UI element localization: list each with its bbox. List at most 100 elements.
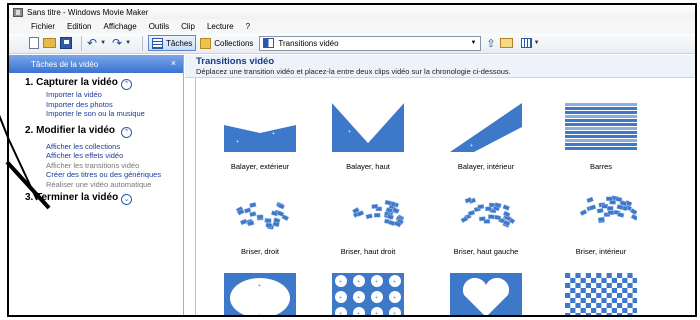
collection-view: Transitions vidéo Déplacez une transitio… [185, 55, 695, 315]
svg-text:+: + [357, 295, 360, 301]
window-title: Sans titre - Windows Movie Maker [27, 7, 149, 17]
svg-text:+: + [393, 311, 396, 317]
transition-label: Balayer, intérieur [457, 162, 515, 171]
svg-text:+: + [339, 311, 342, 317]
tasks-pane-title: Tâches de la vidéo [31, 59, 99, 69]
svg-text:+: + [272, 131, 275, 137]
chevron-down-icon[interactable]: ▼ [470, 40, 480, 46]
transition-motif-plus[interactable]: + + + + + + + + + + + + [318, 273, 418, 317]
section-title[interactable]: 2. Modifier la vidéo [25, 125, 120, 136]
transition-label: Briser, droit [241, 247, 279, 256]
svg-text:+: + [258, 313, 261, 317]
new-folder-icon[interactable] [499, 38, 513, 48]
transition-label: Briser, haut droit [340, 247, 396, 256]
open-folder-icon[interactable] [43, 38, 56, 48]
toolbar: ↶ ▼ ↷ ▼ Tâches Collections Transitions v… [9, 33, 695, 54]
transition-briser-haut-droit[interactable]: Briser, haut droit [318, 188, 418, 256]
transitions-icon [263, 38, 275, 48]
svg-text:+: + [393, 295, 396, 301]
transition-balayer-exterieur[interactable]: + + Balayer, extérieur [210, 103, 310, 171]
menu-affichage[interactable]: Affichage [103, 22, 136, 31]
view-dropdown-icon[interactable]: ▼ [534, 40, 540, 46]
transition-thumbnail[interactable] [450, 273, 522, 315]
svg-text:+: + [339, 295, 342, 301]
tasks-icon [152, 37, 164, 49]
transition-thumbnail[interactable] [332, 188, 404, 237]
transitions-grid: + + Balayer, extérieur + Balayer, haut + + Bala… [195, 78, 695, 315]
transition-thumbnail[interactable]: + + [224, 273, 296, 317]
transition-cercle[interactable]: + + [210, 273, 310, 317]
transition-label: Barres [589, 162, 613, 171]
svg-text:+: + [357, 311, 360, 317]
menu-help[interactable]: ? [246, 22, 250, 31]
movie-maker-icon [13, 7, 23, 17]
up-level-icon[interactable]: ⇧ [486, 37, 495, 50]
svg-text:+: + [258, 283, 261, 289]
menu-clip[interactable]: Clip [181, 22, 195, 31]
menu-edition[interactable]: Edition [67, 22, 91, 31]
menu-outils[interactable]: Outils [149, 22, 169, 31]
collapse-icon[interactable]: ⌃ [121, 126, 132, 138]
transition-thumbnail[interactable]: + + [450, 103, 522, 152]
new-project-icon[interactable] [29, 37, 39, 49]
link-afficher-collections[interactable]: Afficher les collections [46, 142, 183, 152]
redo-icon[interactable]: ↷ [112, 37, 122, 49]
svg-text:+: + [375, 295, 378, 301]
transition-thumbnail[interactable] [450, 188, 522, 237]
save-icon[interactable] [60, 37, 72, 49]
redo-dropdown-icon[interactable]: ▼ [125, 40, 131, 46]
transition-balayer-haut[interactable]: + Balayer, haut [318, 103, 418, 171]
undo-icon[interactable]: ↶ [87, 37, 97, 49]
link-creer-titres[interactable]: Créer des titres ou des génériques [46, 170, 183, 180]
collection-combo[interactable]: Transitions vidéo ▼ [259, 35, 482, 51]
transition-thumbnail[interactable] [224, 188, 296, 237]
transition-balayer-interieur[interactable]: + + Balayer, intérieur [436, 103, 536, 171]
svg-text:+: + [375, 311, 378, 317]
undo-dropdown-icon[interactable]: ▼ [100, 40, 106, 46]
section-title[interactable]: 3. Terminer la vidéo [25, 193, 120, 203]
transition-briser-droit[interactable]: Briser, droit [210, 188, 310, 256]
collection-header: Transitions vidéo Déplacez une transitio… [185, 55, 695, 78]
transition-barres[interactable]: Barres [551, 103, 651, 171]
expand-icon[interactable]: ⌄ [121, 194, 132, 205]
transition-briser-interieur[interactable]: Briser, intérieur [551, 188, 651, 256]
toolbar-divider [81, 35, 82, 51]
close-icon[interactable]: × [171, 58, 176, 68]
taches-button[interactable]: Tâches [148, 35, 197, 51]
transition-thumbnail[interactable] [565, 188, 637, 237]
link-afficher-effets[interactable]: Afficher les effets vidéo [46, 151, 183, 161]
view-options-icon[interactable] [520, 38, 532, 48]
svg-text:+: + [470, 143, 473, 149]
transition-thumbnail[interactable] [565, 103, 637, 152]
menu-fichier[interactable]: Fichier [31, 22, 55, 31]
collection-combo-value: Transitions vidéo [278, 38, 339, 48]
section-links: Afficher les collections Afficher les ef… [25, 142, 183, 190]
transition-briser-haut-gauche[interactable]: Briser, haut gauche [436, 188, 536, 256]
link-importer-video[interactable]: Importer la vidéo [46, 90, 183, 100]
svg-text:+: + [339, 279, 342, 285]
transition-thumbnail[interactable]: + [332, 103, 404, 152]
toolbar-divider [142, 35, 144, 51]
collections-button[interactable]: Collections [196, 35, 257, 51]
svg-text:+: + [393, 279, 396, 285]
svg-text:+: + [357, 279, 360, 285]
section-title[interactable]: 1. Capturer la vidéo [25, 78, 120, 88]
transition-coeur[interactable] [436, 273, 536, 315]
title-bar: Sans titre - Windows Movie Maker [9, 5, 695, 19]
section-capturer: 1. Capturer la vidéo ⌃ Importer la vidéo… [9, 78, 183, 119]
link-importer-son[interactable]: Importer le son ou la musique [46, 109, 183, 119]
menu-bar: Fichier Edition Affichage Outils Clip Le… [9, 19, 695, 33]
transition-label: Briser, intérieur [575, 247, 627, 256]
tasks-pane-header: Tâches de la vidéo × [9, 55, 183, 73]
transition-thumbnail[interactable]: + + [224, 103, 296, 152]
menu-lecture[interactable]: Lecture [207, 22, 234, 31]
transition-thumbnail[interactable]: + + + + + + + + + + + + [332, 273, 404, 317]
collapse-icon[interactable]: ⌃ [121, 79, 132, 90]
link-afficher-transitions[interactable]: Afficher les transitions vidéo [46, 161, 183, 171]
app-window: Sans titre - Windows Movie Maker Fichier… [7, 3, 697, 317]
link-video-automatique[interactable]: Réaliser une vidéo automatique [46, 180, 183, 190]
transition-damier[interactable] [551, 273, 651, 315]
transition-thumbnail[interactable] [565, 273, 637, 315]
link-importer-photos[interactable]: Importer des photos [46, 100, 183, 110]
collections-label: Collections [214, 38, 254, 48]
